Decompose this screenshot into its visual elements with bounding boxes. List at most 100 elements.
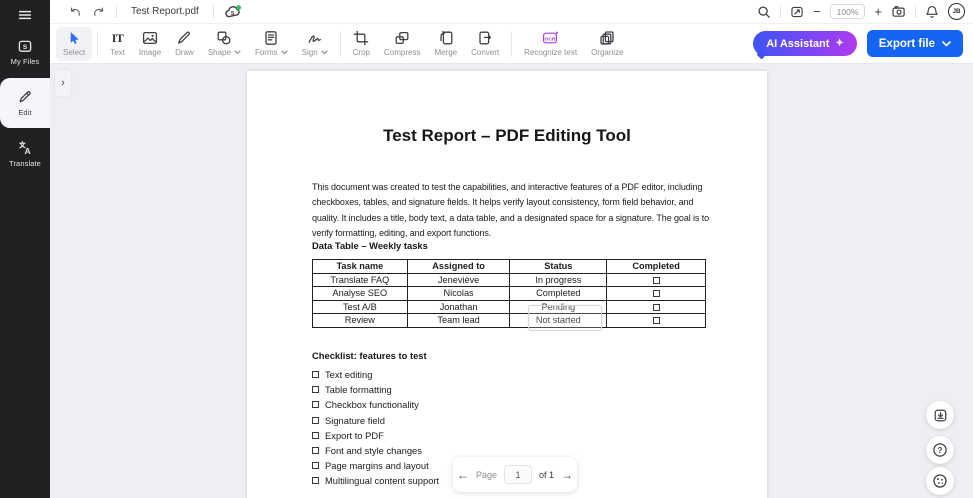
checklist-item: Page margins and layout: [312, 458, 439, 473]
redo-button[interactable]: [92, 5, 106, 19]
assigned-to-cell: Team lead: [406, 313, 511, 328]
divider: [780, 5, 782, 18]
next-page-button[interactable]: →: [561, 469, 573, 481]
page-navigation: ← Page of 1 →: [453, 457, 577, 492]
sidebar-item-my-files[interactable]: S My Files: [0, 28, 50, 76]
table-row: Translate FAQ Jeneviève In progress: [312, 272, 706, 287]
divider: [339, 30, 341, 57]
checklist-item-label: Table formatting: [325, 384, 392, 396]
document-filename[interactable]: Test Report.pdf: [127, 6, 203, 17]
search-button[interactable]: [757, 5, 771, 19]
tool-label: Recognize text: [524, 48, 578, 57]
notifications-button[interactable]: [925, 5, 939, 19]
pdf-page[interactable]: Test Report – PDF Editing Tool This docu…: [247, 71, 767, 498]
tool-sign[interactable]: Sign: [295, 27, 335, 61]
row-checkbox[interactable]: [652, 317, 660, 325]
checklist-checkbox[interactable]: [312, 431, 319, 439]
chevron-down-icon: [942, 40, 951, 47]
snapshot-button[interactable]: [891, 4, 906, 19]
selected-text-box-overlay[interactable]: [528, 305, 602, 331]
row-checkbox[interactable]: [652, 276, 660, 284]
page-label: Page: [475, 469, 497, 480]
editing-toolbar: Select IT Text Image Draw Shape Forms Si…: [50, 24, 973, 64]
sidebar-item-edit[interactable]: Edit: [0, 78, 50, 128]
tool-crop[interactable]: Crop: [346, 27, 377, 61]
forms-document-icon: [263, 30, 279, 46]
checklist-item: Table formatting: [312, 382, 439, 397]
camera-icon: [891, 4, 906, 19]
download-button[interactable]: [926, 401, 954, 429]
bell-icon: [925, 5, 939, 19]
checklist-checkbox[interactable]: [312, 462, 319, 470]
checklist-item: Checkbox functionality: [312, 397, 439, 412]
table-row: Review Team lead Not started: [312, 313, 706, 328]
checklist-checkbox[interactable]: [312, 371, 319, 379]
fit-to-page-button[interactable]: [790, 5, 804, 19]
user-avatar[interactable]: JB: [948, 3, 965, 20]
table-row: Analyse SEO Nicolas Completed: [312, 286, 706, 301]
menu-button[interactable]: [0, 2, 50, 28]
column-header: Status: [509, 259, 608, 274]
page-number-input[interactable]: [504, 465, 532, 484]
divider: [97, 30, 99, 57]
tool-label: Forms: [254, 48, 278, 57]
row-checkbox[interactable]: [652, 290, 660, 298]
prev-page-button[interactable]: ←: [457, 469, 469, 481]
tool-merge[interactable]: Merge: [427, 27, 464, 61]
task-name-cell: Analyse SEO: [312, 286, 408, 301]
tool-forms[interactable]: Forms: [248, 27, 295, 61]
zoom-out-button[interactable]: −: [813, 5, 821, 18]
translate-letter: A: [25, 146, 31, 156]
table-header-row: Task name Assigned to Status Completed: [312, 259, 706, 274]
tool-label: Text: [110, 48, 125, 57]
tool-recognize-text[interactable]: OCR Recognize text: [517, 27, 584, 61]
column-header: Completed: [606, 259, 706, 274]
checklist-checkbox[interactable]: [312, 386, 319, 394]
tool-select[interactable]: Select: [56, 26, 93, 61]
zoom-in-button[interactable]: +: [874, 5, 882, 18]
checklist-item-label: Multilingual content support: [325, 475, 440, 487]
tool-convert[interactable]: Convert: [464, 27, 506, 61]
sidebar-item-translate[interactable]: A Translate: [0, 130, 50, 178]
compress-icon: [394, 30, 410, 46]
export-file-button[interactable]: Export file: [866, 30, 963, 57]
table-heading: Data Table – Weekly tasks: [312, 240, 428, 251]
signature-icon: [307, 30, 323, 46]
ai-assistant-button[interactable]: AI Assistant ✦: [753, 31, 857, 56]
undo-button[interactable]: [68, 5, 82, 19]
help-button[interactable]: ?: [926, 436, 954, 464]
tool-text[interactable]: IT Text: [103, 27, 132, 61]
status-cell: In progress: [509, 272, 608, 287]
tool-shape[interactable]: Shape: [201, 27, 248, 61]
panel-expand-button[interactable]: ›: [55, 70, 71, 96]
cookie-icon: [932, 473, 948, 489]
sync-status-dot: [236, 4, 241, 10]
task-name-cell: Translate FAQ: [312, 272, 408, 287]
translate-icon: A: [17, 140, 33, 156]
divider: [511, 30, 513, 57]
cloud-sync-button[interactable]: S: [224, 4, 243, 20]
sidebar: S My Files Edit A Translate: [0, 0, 50, 498]
checklist-checkbox[interactable]: [312, 401, 319, 409]
tool-label: Image: [138, 48, 162, 57]
zoom-level[interactable]: 100%: [829, 4, 866, 19]
page-count-label: of 1: [539, 469, 555, 480]
completed-cell: [606, 272, 706, 287]
checklist-checkbox[interactable]: [312, 416, 319, 424]
tool-label: Sign: [301, 48, 318, 57]
tool-label: Crop: [352, 48, 370, 57]
row-checkbox[interactable]: [652, 303, 660, 311]
draw-pencil-icon: [176, 30, 192, 46]
redo-icon: [92, 5, 106, 19]
ocr-label: OCR: [545, 36, 556, 42]
tool-label: Draw: [175, 48, 194, 57]
tool-draw[interactable]: Draw: [168, 27, 201, 61]
checklist-checkbox[interactable]: [312, 477, 319, 485]
checklist-checkbox[interactable]: [312, 447, 319, 455]
expand-chevron-icon: ›: [61, 77, 65, 89]
organize-pages-icon: [599, 30, 615, 46]
tool-image[interactable]: Image: [132, 27, 168, 61]
tool-compress[interactable]: Compress: [377, 27, 427, 61]
cookie-settings-button[interactable]: [926, 467, 954, 495]
tool-organize[interactable]: Organize: [584, 27, 630, 61]
